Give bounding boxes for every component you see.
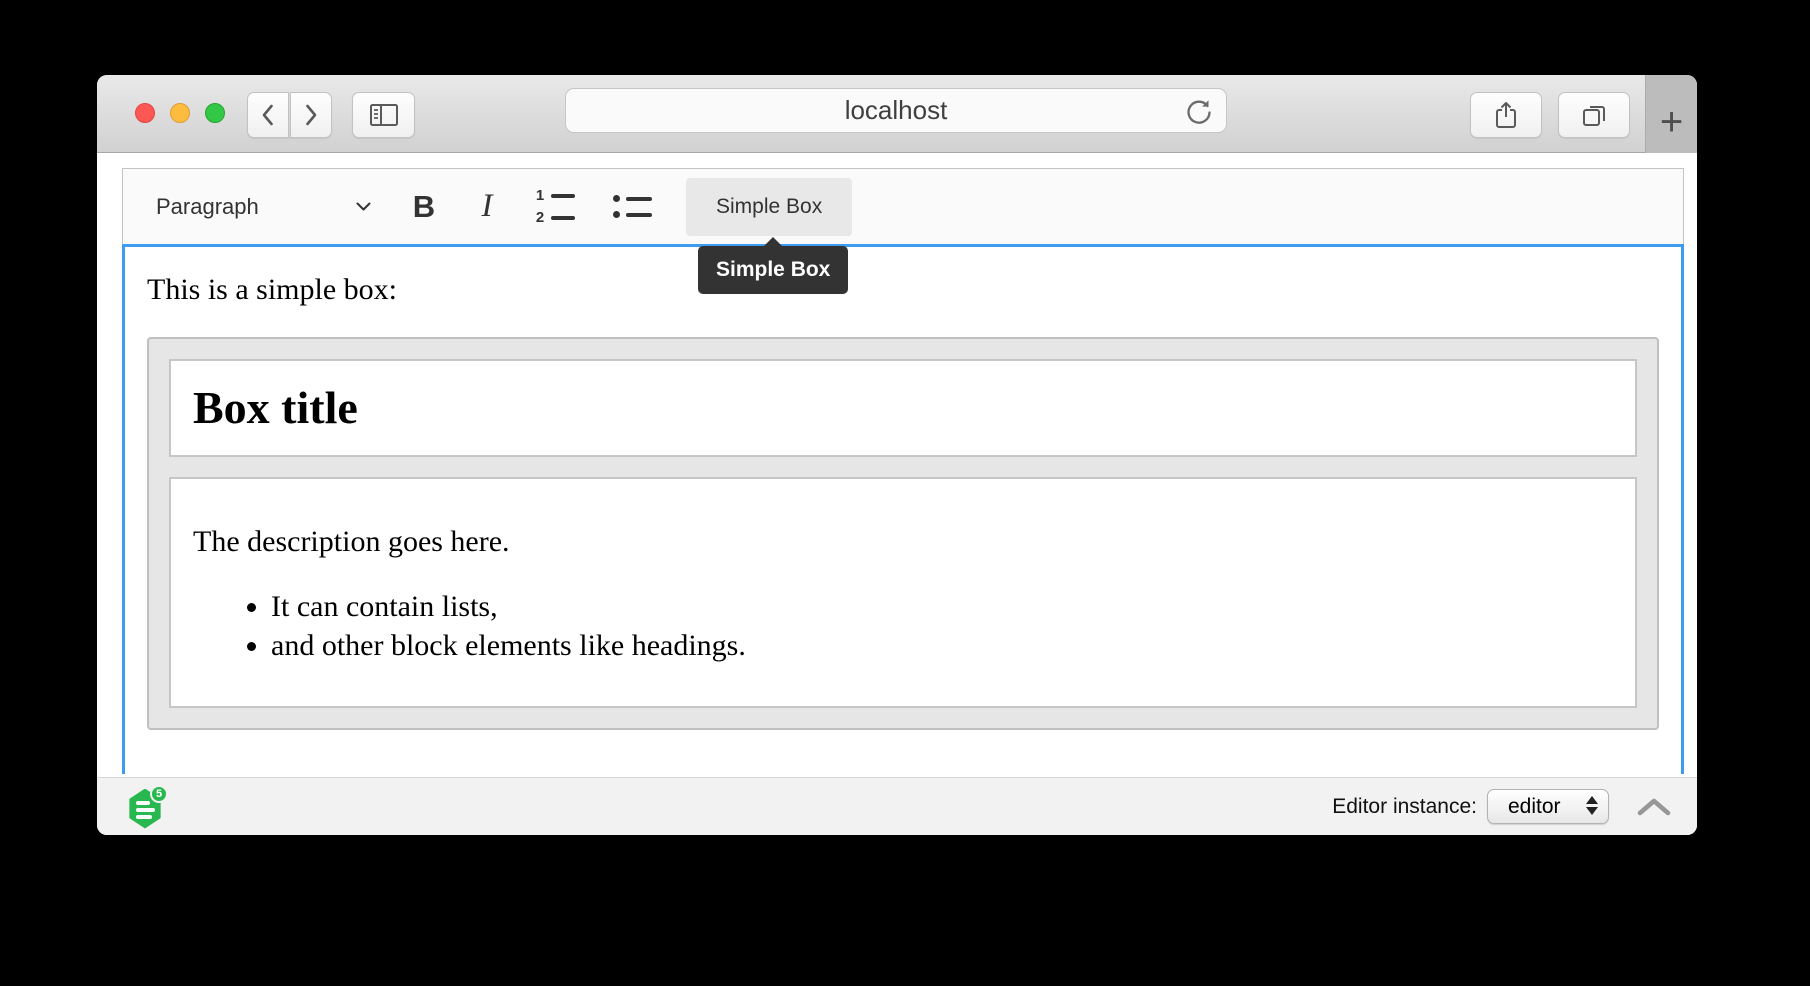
show-tab-overview-button[interactable] [1558,92,1630,138]
simple-box-button-label: Simple Box [716,195,822,219]
bulleted-list-icon [613,195,652,202]
tooltip-text: Simple Box [716,258,830,282]
forward-button[interactable] [290,92,332,138]
description-paragraph[interactable]: The description goes here. [193,525,1613,559]
list-item[interactable]: and other block elements like headings. [271,626,1613,666]
sidebar-icon [369,102,399,128]
bold-icon: B [413,189,435,225]
chevron-right-icon [300,101,322,129]
tab-overview-icon [1580,101,1608,129]
bold-button[interactable]: B [404,189,444,225]
back-button[interactable] [247,92,289,138]
plus-icon: + [1660,102,1683,142]
italic-button[interactable]: I [466,188,508,225]
heading-dropdown[interactable]: Paragraph [156,194,371,220]
collapse-inspector-button[interactable] [1637,797,1671,817]
browser-window: localhost + [97,75,1697,835]
simple-box-tooltip: Simple Box [698,246,848,294]
select-spinner-icon [1586,796,1598,815]
share-button[interactable] [1470,92,1542,138]
italic-icon: I [482,188,493,225]
sidebar-toggle-button[interactable] [352,92,415,138]
box-title-heading[interactable]: Box title [193,379,1613,437]
chevron-up-icon [1637,797,1671,817]
zoom-window-button[interactable] [205,103,225,123]
heading-dropdown-label: Paragraph [156,194,259,220]
numbered-list-icon: 1 [535,188,575,203]
editor-toolbar: Paragraph B I 1 2 [122,168,1684,244]
chevron-down-icon [356,202,371,212]
new-tab-button[interactable]: + [1645,75,1697,153]
ckeditor: Paragraph B I 1 2 [122,168,1684,774]
reload-icon [1184,97,1214,127]
numbered-list-button[interactable]: 1 2 [532,188,578,225]
simple-box-description-area[interactable]: The description goes here. It can contai… [169,477,1637,708]
bulleted-list-button[interactable] [608,195,656,218]
editor-instance-label: Editor instance: [1332,795,1477,819]
status-right-controls: Editor instance: editor [1332,789,1671,824]
web-page: Paragraph B I 1 2 [97,153,1697,834]
selected-instance-value: editor [1508,795,1561,819]
minimize-window-button[interactable] [170,103,190,123]
reload-button[interactable] [1184,97,1214,127]
close-window-button[interactable] [135,103,155,123]
description-list[interactable]: It can contain lists, and other block el… [193,587,1613,666]
inspector-status-bar: 5 Editor instance: editor [97,777,1697,835]
ckeditor-logo[interactable]: 5 [128,785,168,829]
list-item[interactable]: It can contain lists, [271,587,1613,627]
simple-box-title-area[interactable]: Box title [169,359,1637,457]
intro-paragraph[interactable]: This is a simple box: [147,273,1659,307]
simple-box-widget[interactable]: Box title The description goes here. It … [147,337,1659,730]
editor-instance-select[interactable]: editor [1487,789,1609,824]
browser-titlebar: localhost + [97,75,1697,153]
address-bar[interactable]: localhost [565,88,1227,133]
url-text: localhost [845,95,948,126]
editor-editable-area[interactable]: This is a simple box: Box title The desc… [122,244,1684,774]
share-icon [1493,100,1519,130]
simple-box-button[interactable]: Simple Box [686,178,852,236]
version-badge: 5 [150,785,168,803]
chevron-left-icon [257,101,279,129]
